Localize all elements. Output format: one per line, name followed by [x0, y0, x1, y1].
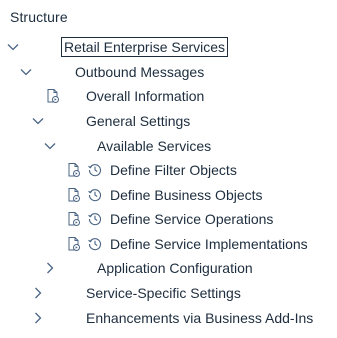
tree-node-outbound-messages[interactable]: Outbound Messages [0, 60, 337, 84]
tree-node-application-configuration[interactable]: Application Configuration [0, 256, 337, 280]
clock-history-icon[interactable] [87, 211, 103, 227]
clock-history-icon[interactable] [87, 236, 103, 252]
tree-node-label[interactable]: Service-Specific Settings [86, 284, 241, 302]
document-execute-icon[interactable] [66, 211, 82, 227]
tree-node-label[interactable]: Outbound Messages [75, 63, 204, 81]
document-execute-icon[interactable] [45, 88, 61, 104]
tree-node-label[interactable]: Define Service Implementations [110, 235, 308, 253]
structure-header: Structure [10, 9, 68, 25]
chevron-right-icon[interactable] [31, 311, 45, 325]
tree-node-define-service-operations[interactable]: Define Service Operations [0, 207, 337, 231]
tree-node-define-business-objects[interactable]: Define Business Objects [0, 183, 337, 207]
clock-history-icon[interactable] [87, 187, 103, 203]
tree-node-overall-information[interactable]: Overall Information [0, 84, 337, 108]
chevron-right-icon[interactable] [31, 286, 45, 300]
tree-node-general-settings[interactable]: General Settings [0, 109, 337, 133]
tree-node-label[interactable]: Enhancements via Business Add-Ins [86, 309, 313, 327]
tree-node-label[interactable]: General Settings [86, 112, 190, 130]
chevron-down-icon[interactable] [6, 40, 20, 54]
tree-node-enhancements-business-add-ins[interactable]: Enhancements via Business Add-Ins [0, 306, 337, 330]
tree-node-retail-enterprise-services[interactable]: Retail Enterprise Services [0, 35, 337, 59]
chevron-down-icon[interactable] [31, 114, 45, 128]
document-execute-icon[interactable] [66, 187, 82, 203]
document-execute-icon[interactable] [66, 162, 82, 178]
chevron-right-icon[interactable] [43, 261, 57, 275]
tree-node-label[interactable]: Define Business Objects [110, 186, 263, 204]
tree-node-label[interactable]: Available Services [97, 137, 211, 155]
tree-node-service-specific-settings[interactable]: Service-Specific Settings [0, 281, 337, 305]
tree-node-label[interactable]: Application Configuration [97, 259, 253, 277]
document-execute-icon[interactable] [66, 236, 82, 252]
tree-node-label[interactable]: Overall Information [86, 87, 204, 105]
chevron-down-icon[interactable] [43, 139, 57, 153]
tree-node-label[interactable]: Define Filter Objects [110, 161, 237, 179]
clock-history-icon[interactable] [87, 162, 103, 178]
tree-node-label[interactable]: Retail Enterprise Services [61, 37, 229, 57]
tree-node-define-service-implementations[interactable]: Define Service Implementations [0, 232, 337, 256]
tree-node-available-services[interactable]: Available Services [0, 134, 337, 158]
chevron-down-icon[interactable] [19, 65, 33, 79]
tree-node-define-filter-objects[interactable]: Define Filter Objects [0, 158, 337, 182]
tree-node-label[interactable]: Define Service Operations [110, 210, 273, 228]
